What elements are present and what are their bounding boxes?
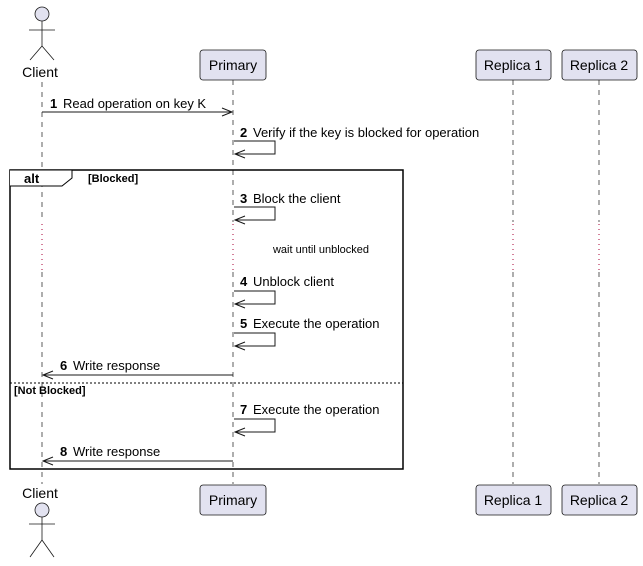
message-number: 8 xyxy=(60,444,67,459)
participant-box-replica2-bottom: Replica 2 xyxy=(561,484,638,516)
message-text: Read operation on key K xyxy=(63,96,206,111)
message-text: Block the client xyxy=(253,191,341,206)
participant-box-replica1-top: Replica 1 xyxy=(475,49,552,81)
participant-label-replica2-top: Replica 2 xyxy=(570,57,629,73)
message-1: 1 Read operation on key K xyxy=(42,96,234,117)
participant-box-primary-bottom: Primary xyxy=(199,484,267,516)
message-text: Unblock client xyxy=(253,274,334,289)
participant-label-client-top: Client xyxy=(22,64,58,80)
sequence-diagram: Client Client Primary Replica 1 Replica … xyxy=(9,6,638,558)
message-8: 8 Write response xyxy=(41,444,233,466)
message-6: 6 Write response xyxy=(41,358,233,380)
participant-label-replica1-bottom: Replica 1 xyxy=(484,492,543,508)
alt-guard-not-blocked: [Not Blocked] xyxy=(14,385,86,397)
message-number: 4 xyxy=(240,274,248,289)
message-7: 7 Execute the operation xyxy=(233,402,379,437)
message-text: Verify if the key is blocked for operati… xyxy=(253,125,479,140)
participant-box-replica2-top: Replica 2 xyxy=(561,49,638,81)
actor-icon xyxy=(29,502,55,558)
participant-label-client-bottom: Client xyxy=(22,485,58,501)
message-number: 6 xyxy=(60,358,67,373)
participant-label-replica1-top: Replica 1 xyxy=(484,57,543,73)
message-number: 1 xyxy=(50,96,57,111)
message-text: Execute the operation xyxy=(253,402,379,417)
participant-label-replica2-bottom: Replica 2 xyxy=(570,492,629,508)
message-2: 2 Verify if the key is blocked for opera… xyxy=(233,125,479,159)
alt-guard-blocked: [Blocked] xyxy=(88,173,138,185)
participant-label-primary-top: Primary xyxy=(209,57,257,73)
message-4: 4 Unblock client xyxy=(233,274,334,309)
delay-note: wait until unblocked xyxy=(272,244,369,256)
message-text: Execute the operation xyxy=(253,316,379,331)
message-text: Write response xyxy=(73,444,160,459)
participant-box-primary-top: Primary xyxy=(199,49,267,81)
alt-keyword: alt xyxy=(24,171,40,186)
message-number: 2 xyxy=(240,125,247,140)
actor-icon xyxy=(29,6,55,61)
message-number: 5 xyxy=(240,316,247,331)
participant-box-replica1-bottom: Replica 1 xyxy=(475,484,552,516)
message-number: 3 xyxy=(240,191,247,206)
participant-label-primary-bottom: Primary xyxy=(209,492,257,508)
message-5: 5 Execute the operation xyxy=(233,316,379,351)
message-number: 7 xyxy=(240,402,247,417)
message-3: 3 Block the client xyxy=(233,191,341,225)
message-text: Write response xyxy=(73,358,160,373)
